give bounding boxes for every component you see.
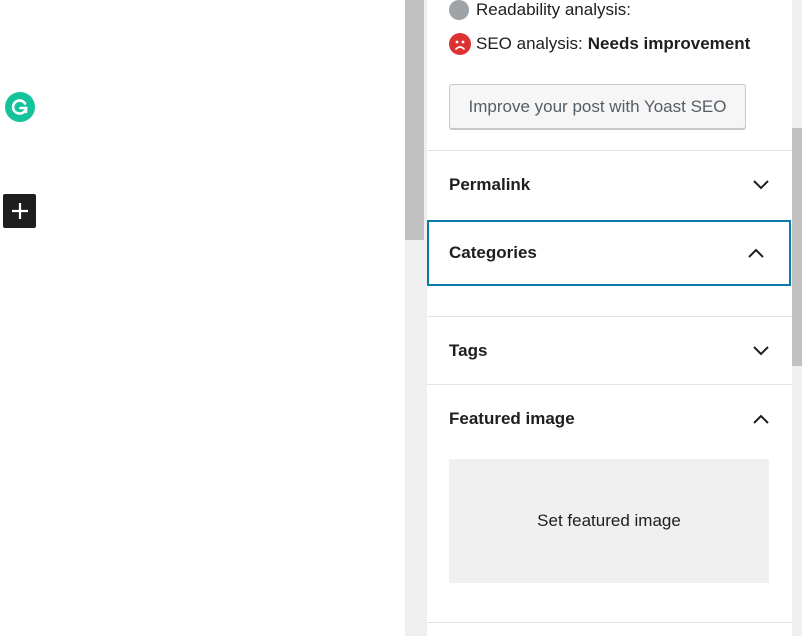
panel-categories[interactable]: Categories [427,220,791,286]
panel-categories-label: Categories [449,243,537,262]
plus-icon [11,203,28,219]
chevron-down-icon [753,180,769,190]
sidebar-scrollbar-thumb[interactable] [792,128,802,366]
seo-row: SEO analysis: Needs improvement [449,32,750,56]
divider [427,384,792,385]
chevron-up-icon [753,414,769,424]
readability-row: Readability analysis: [449,0,631,22]
grammarly-icon[interactable] [5,92,35,122]
divider [427,622,792,623]
set-featured-image-button[interactable]: Set featured image [449,459,769,583]
chevron-up-icon [748,248,764,258]
panel-featured-image[interactable]: Featured image [427,386,792,452]
divider [427,150,792,151]
chevron-down-icon [753,346,769,356]
panel-tags[interactable]: Tags [427,318,792,384]
seo-label: SEO analysis: [476,34,583,53]
panel-featured-image-label: Featured image [449,409,575,428]
panel-permalink-label: Permalink [449,175,531,194]
settings-sidebar: Readability analysis: SEO analysis: Need… [427,0,792,636]
divider [427,316,792,317]
readability-label: Readability analysis: [476,0,631,19]
sad-face-icon [449,33,471,55]
improve-post-button[interactable]: Improve your post with Yoast SEO [449,84,746,129]
panel-tags-label: Tags [449,341,488,360]
editor-canvas[interactable] [0,0,405,636]
seo-status: Needs improvement [587,34,751,53]
panel-permalink[interactable]: Permalink [427,152,792,218]
readability-status-icon [449,0,469,20]
editor-scrollbar-thumb[interactable] [405,0,424,240]
add-block-button[interactable] [3,194,36,228]
